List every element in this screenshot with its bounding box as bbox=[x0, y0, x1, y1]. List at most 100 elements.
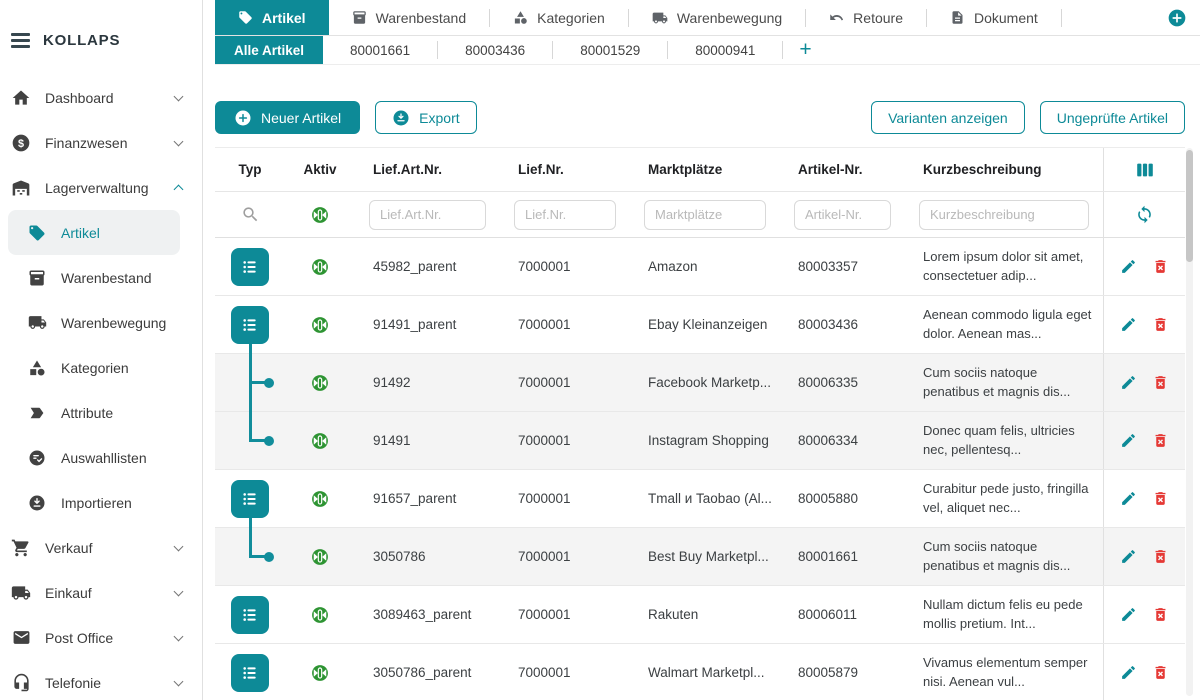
edit-icon[interactable] bbox=[1120, 548, 1137, 565]
parent-article-icon[interactable] bbox=[231, 654, 269, 692]
svg-text:$: $ bbox=[18, 137, 24, 149]
column-header-kurzbeschreibung[interactable]: Kurzbeschreibung bbox=[905, 162, 1103, 177]
subtab-80001529[interactable]: 80001529 bbox=[553, 36, 667, 64]
table-row[interactable]: 3050786 7000001 Best Buy Marketpl... 800… bbox=[215, 528, 1185, 586]
subtab-alle-artikel[interactable]: Alle Artikel bbox=[215, 36, 323, 64]
edit-icon[interactable] bbox=[1120, 258, 1137, 275]
box-icon bbox=[27, 268, 47, 288]
marktplaetze-filter-input[interactable] bbox=[644, 200, 766, 230]
marktplatz-cell: Amazon bbox=[630, 259, 780, 274]
add-tab-button[interactable] bbox=[1167, 8, 1187, 28]
search-icon bbox=[241, 205, 260, 224]
active-status-icon bbox=[310, 489, 330, 509]
table-row[interactable]: 3050786_parent 7000001 Walmart Marketpl.… bbox=[215, 644, 1185, 700]
active-status-icon bbox=[310, 373, 330, 393]
delete-icon[interactable] bbox=[1152, 258, 1169, 275]
sidebar-item-importieren[interactable]: Importieren bbox=[8, 480, 180, 525]
edit-icon[interactable] bbox=[1120, 490, 1137, 507]
sidebar-item-artikel[interactable]: Artikel bbox=[8, 210, 180, 255]
edit-icon[interactable] bbox=[1120, 316, 1137, 333]
tab-artikel[interactable]: Artikel bbox=[215, 0, 329, 35]
lief-nr-filter-input[interactable] bbox=[514, 200, 616, 230]
table-row[interactable]: 45982_parent 7000001 Amazon 80003357 Lor… bbox=[215, 238, 1185, 296]
column-header-actions bbox=[1103, 148, 1185, 191]
column-header-artikel-nr[interactable]: Artikel-Nr. bbox=[780, 162, 905, 177]
aktiv-cell bbox=[285, 547, 355, 567]
export-button[interactable]: Export bbox=[375, 101, 476, 134]
tab-warenbewegung[interactable]: Warenbewegung bbox=[629, 0, 805, 35]
tab-warenbestand[interactable]: Warenbestand bbox=[329, 0, 490, 35]
row-actions bbox=[1103, 238, 1185, 295]
active-status-icon bbox=[310, 605, 330, 625]
subtab-80000941[interactable]: 80000941 bbox=[668, 36, 782, 64]
sidebar-item-telefonie[interactable]: Telefonie bbox=[0, 660, 202, 700]
sidebar-item-warenbestand[interactable]: Warenbestand bbox=[8, 255, 180, 300]
unchecked-articles-button[interactable]: Ungeprüfte Artikel bbox=[1040, 101, 1185, 134]
new-article-button[interactable]: Neuer Artikel bbox=[215, 101, 360, 134]
subtab-80001661[interactable]: 80001661 bbox=[323, 36, 437, 64]
table-row[interactable]: 91491_parent 7000001 Ebay Kleinanzeigen … bbox=[215, 296, 1185, 354]
column-header-typ[interactable]: Typ bbox=[215, 162, 285, 177]
delete-icon[interactable] bbox=[1152, 664, 1169, 681]
table-row[interactable]: 91492 7000001 Facebook Marketp... 800063… bbox=[215, 354, 1185, 412]
aktiv-cell bbox=[285, 663, 355, 683]
sidebar-item-auswahllisten[interactable]: Auswahllisten bbox=[8, 435, 180, 480]
delete-icon[interactable] bbox=[1152, 606, 1169, 623]
parent-article-icon[interactable] bbox=[231, 306, 269, 344]
tab-kategorien[interactable]: Kategorien bbox=[490, 0, 628, 35]
artikel-nr-filter-input[interactable] bbox=[794, 200, 891, 230]
artikel-nr-cell: 80003436 bbox=[780, 317, 905, 332]
lief-art-nr-cell: 3050786_parent bbox=[355, 665, 500, 680]
refresh-icon[interactable] bbox=[1135, 205, 1154, 224]
parent-article-icon[interactable] bbox=[231, 480, 269, 518]
columns-icon[interactable] bbox=[1134, 159, 1156, 181]
marktplatz-cell: Instagram Shopping bbox=[630, 433, 780, 448]
column-header-lief-nr[interactable]: Lief.Nr. bbox=[500, 162, 630, 177]
delete-icon[interactable] bbox=[1152, 548, 1169, 565]
brand: KOLLAPS bbox=[11, 32, 202, 49]
sidebar-item-dashboard[interactable]: Dashboard bbox=[0, 75, 202, 120]
column-header-marktplaetze[interactable]: Marktplätze bbox=[630, 162, 780, 177]
column-header-lief-art-nr[interactable]: Lief.Art.Nr. bbox=[355, 162, 500, 177]
table-row[interactable]: 3089463_parent 7000001 Rakuten 80006011 … bbox=[215, 586, 1185, 644]
subtab-80003436[interactable]: 80003436 bbox=[438, 36, 552, 64]
filter-marktplaetze bbox=[630, 200, 780, 230]
row-actions bbox=[1103, 644, 1185, 700]
sidebar-item-verkauf[interactable]: Verkauf bbox=[0, 525, 202, 570]
sidebar-item-warenbewegung[interactable]: Warenbewegung bbox=[8, 300, 180, 345]
edit-icon[interactable] bbox=[1120, 432, 1137, 449]
typ-cell bbox=[215, 644, 285, 700]
sidebar-item-post-office[interactable]: Post Office bbox=[0, 615, 202, 660]
chevron-down-icon bbox=[174, 586, 184, 596]
scrollbar-thumb[interactable] bbox=[1186, 150, 1193, 262]
table-row[interactable]: 91491 7000001 Instagram Shopping 8000633… bbox=[215, 412, 1185, 470]
tab-retoure[interactable]: Retoure bbox=[806, 0, 926, 35]
edit-icon[interactable] bbox=[1120, 606, 1137, 623]
tree-connector bbox=[249, 383, 252, 413]
delete-icon[interactable] bbox=[1152, 374, 1169, 391]
filter-aktiv[interactable] bbox=[285, 205, 355, 225]
tab-dokument[interactable]: Dokument bbox=[927, 0, 1061, 35]
parent-article-icon[interactable] bbox=[231, 248, 269, 286]
lief-art-nr-filter-input[interactable] bbox=[369, 200, 486, 230]
lief-nr-cell: 7000001 bbox=[500, 491, 630, 506]
edit-icon[interactable] bbox=[1120, 664, 1137, 681]
kurzbeschreibung-filter-input[interactable] bbox=[919, 200, 1089, 230]
kurzbeschreibung-cell: Lorem ipsum dolor sit amet, consectetuer… bbox=[905, 248, 1103, 284]
parent-article-icon[interactable] bbox=[231, 596, 269, 634]
delete-icon[interactable] bbox=[1152, 432, 1169, 449]
edit-icon[interactable] bbox=[1120, 374, 1137, 391]
column-header-aktiv[interactable]: Aktiv bbox=[285, 162, 355, 177]
sidebar-item-finanzwesen[interactable]: $ Finanzwesen bbox=[0, 120, 202, 165]
table-row[interactable]: 91657_parent 7000001 Tmall и Taobao (Al.… bbox=[215, 470, 1185, 528]
sidebar-item-lagerverwaltung[interactable]: Lagerverwaltung bbox=[0, 165, 202, 210]
sidebar-item-attribute[interactable]: Attribute bbox=[8, 390, 180, 435]
sidebar-item-kategorien[interactable]: Kategorien bbox=[8, 345, 180, 390]
show-variants-button[interactable]: Varianten anzeigen bbox=[871, 101, 1025, 134]
add-subtab-button[interactable]: + bbox=[783, 36, 827, 64]
delete-icon[interactable] bbox=[1152, 316, 1169, 333]
hamburger-menu-icon[interactable] bbox=[11, 33, 30, 47]
sidebar-item-einkauf[interactable]: Einkauf bbox=[0, 570, 202, 615]
toolbar: Neuer Artikel Export Varianten anzeigen … bbox=[215, 101, 1185, 134]
delete-icon[interactable] bbox=[1152, 490, 1169, 507]
